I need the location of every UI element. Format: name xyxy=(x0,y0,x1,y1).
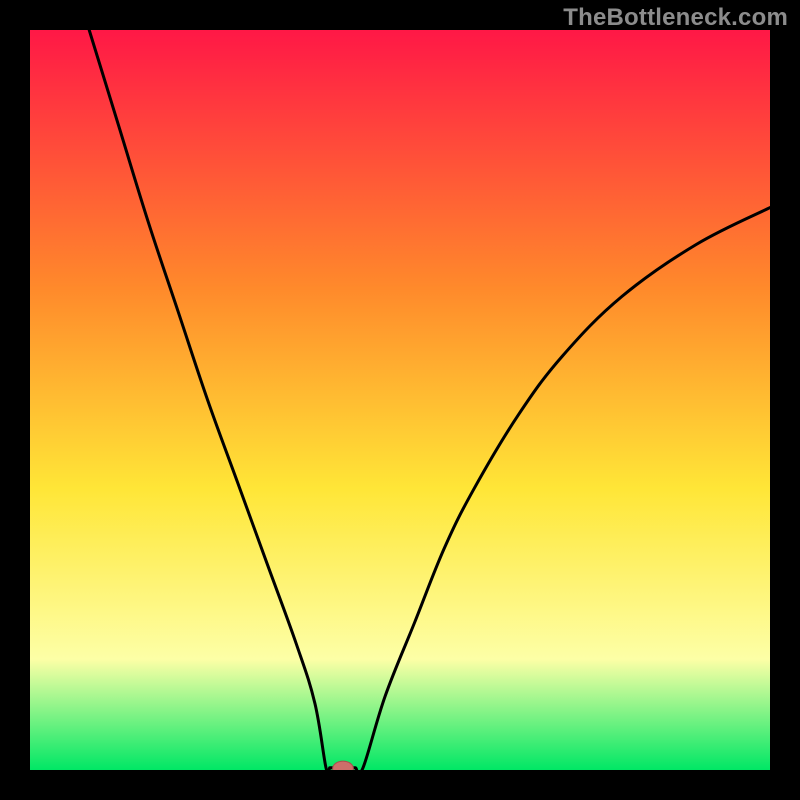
chart-svg xyxy=(30,30,770,770)
watermark-label: TheBottleneck.com xyxy=(563,4,788,32)
plot-area xyxy=(30,30,770,770)
chart-frame: TheBottleneck.com xyxy=(0,0,800,800)
